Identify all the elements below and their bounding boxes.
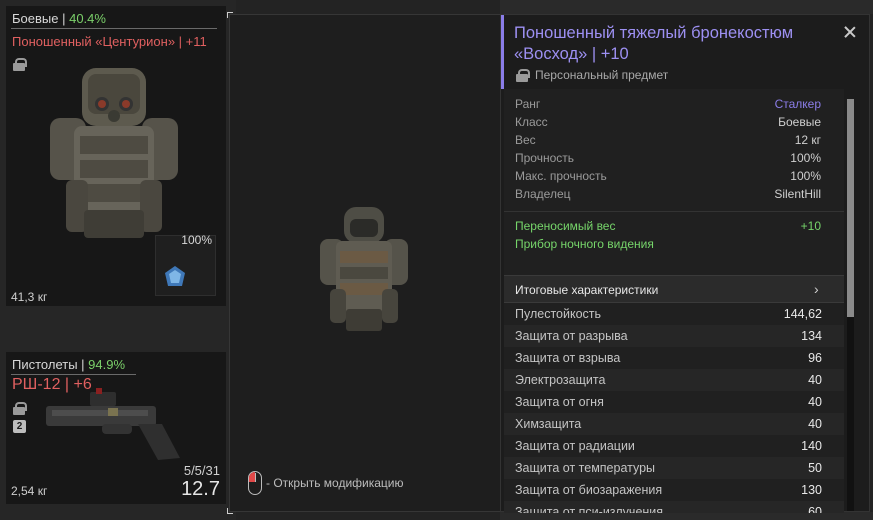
pistol-category: Пистолеты | 94.9% — [12, 357, 126, 372]
stat-row: Защита от биозаражения 130 — [504, 479, 844, 501]
armor-mod-slot[interactable]: 100% — [155, 233, 216, 296]
pistol-image — [46, 388, 180, 460]
stat-key: Защита от разрыва — [515, 329, 628, 343]
tooltip-title: Поношенный тяжелый бронекостюм «Восход» … — [514, 24, 794, 63]
lock-icon — [13, 58, 27, 71]
scrollbar-thumb[interactable] — [847, 99, 854, 317]
armor-item-name: Поношенный «Центурион» | +11 — [12, 34, 207, 49]
night-vision-feature: Прибор ночного видения — [515, 237, 821, 251]
ammo-counter: 5/5/31 — [183, 463, 220, 478]
crystal-icon — [165, 266, 185, 286]
prop-class: Класс Боевые — [515, 115, 821, 133]
bonus-key: Переносимый вес — [515, 219, 616, 233]
summary-label: Итоговые характеристики — [515, 283, 659, 297]
stat-row: Электрозащита 40 — [504, 369, 844, 391]
stat-value: 144,62 — [783, 307, 822, 321]
stat-value: 130 — [801, 483, 822, 497]
stat-key: Электрозащита — [515, 373, 606, 387]
lock-icon — [13, 402, 27, 415]
carry-weight-bonus: Переносимый вес +10 — [515, 219, 821, 233]
prop-max-durability: Макс. прочность 100% — [515, 169, 821, 187]
armor-category: Боевые | 40.4% — [12, 11, 106, 26]
stat-row: Защита от огня 40 — [504, 391, 844, 413]
prop-key: Макс. прочность — [515, 169, 607, 183]
background-strip — [500, 512, 873, 520]
frame-corner — [227, 508, 233, 514]
item-preview-panel[interactable]: - Открыть модификацию — [227, 12, 501, 514]
stat-value: 134 — [801, 329, 822, 343]
stat-value: 140 — [801, 439, 822, 453]
mod-durability: 100% — [181, 233, 212, 247]
stat-key: Защита от биозаражения — [515, 483, 663, 497]
chevron-right-icon: › — [814, 281, 819, 297]
stat-value: 40 — [808, 373, 822, 387]
prop-key: Вес — [515, 133, 536, 147]
close-icon[interactable] — [843, 25, 857, 39]
prop-weight: Вес 12 кг — [515, 133, 821, 151]
personal-item-label: Персональный предмет — [535, 68, 669, 82]
prop-key: Класс — [515, 115, 548, 129]
stat-key: Защита от огня — [515, 395, 604, 409]
armor-weight: 41,3 кг — [11, 290, 48, 304]
feature-label: Прибор ночного видения — [515, 237, 654, 251]
stat-value: 40 — [808, 395, 822, 409]
armor-image — [50, 68, 178, 238]
stat-row: Защита от температуры 50 — [504, 457, 844, 479]
pistol-item-card[interactable]: Пистолеты | 94.9% РШ-12 | +6 2 2,54 кг 5… — [6, 352, 226, 504]
prop-value: Боевые — [778, 115, 821, 129]
stat-value: 50 — [808, 461, 822, 475]
item-tooltip: Поношенный тяжелый бронекостюм «Восход» … — [500, 14, 870, 513]
tooltip-body[interactable]: Ранг Сталкер Класс Боевые Вес 12 кг Прочнос… — [504, 89, 844, 513]
stat-row: Химзащита 40 — [504, 413, 844, 435]
pistol-score: 12.7 — [181, 478, 220, 500]
stat-row: Защита от взрыва 96 — [504, 347, 844, 369]
prop-owner: Владелец SilentHill — [515, 187, 821, 205]
frame-corner — [227, 12, 233, 18]
prop-rank: Ранг Сталкер — [515, 97, 821, 115]
summary-stats-toggle[interactable]: Итоговые характеристики › — [504, 275, 844, 303]
hint-label: - Открыть модификацию — [266, 476, 404, 490]
stat-key: Защита от пси-излучения — [515, 505, 664, 513]
stat-row: Защита от радиации 140 — [504, 435, 844, 457]
divider — [11, 374, 136, 375]
stat-value: 60 — [808, 505, 822, 513]
prop-value: Сталкер — [774, 97, 821, 111]
stat-key: Пулестойкость — [515, 307, 602, 321]
stat-row: Защита от пси-излучения 60 — [504, 501, 844, 513]
stat-value: 96 — [808, 351, 822, 365]
stat-value: 40 — [808, 417, 822, 431]
prop-key: Владелец — [515, 187, 571, 201]
stat-row: Пулестойкость 144,62 — [504, 303, 844, 325]
prop-key: Ранг — [515, 97, 541, 111]
tooltip-scrollbar[interactable] — [847, 99, 854, 511]
stat-key: Химзащита — [515, 417, 582, 431]
stat-key: Защита от радиации — [515, 439, 635, 453]
stat-row: Защита от разрыва 134 — [504, 325, 844, 347]
open-modification-hint[interactable]: - Открыть модификацию — [248, 471, 404, 495]
divider — [11, 28, 217, 29]
background-strip — [500, 0, 873, 14]
prop-key: Прочность — [515, 151, 575, 165]
lock-icon — [516, 69, 530, 82]
armor-item-card[interactable]: Боевые | 40.4% Поношенный «Центурион» | … — [6, 6, 226, 306]
prop-value: SilentHill — [774, 187, 821, 201]
prop-value: 100% — [790, 169, 821, 183]
stat-key: Защита от температуры — [515, 461, 656, 475]
suit-preview-image[interactable] — [316, 205, 412, 335]
rank-accent-bar — [501, 15, 504, 89]
prop-value: 100% — [790, 151, 821, 165]
prop-durability: Прочность 100% — [515, 151, 821, 169]
prop-value: 12 кг — [794, 133, 821, 147]
stat-key: Защита от взрыва — [515, 351, 621, 365]
personal-item-note: Персональный предмет — [516, 68, 668, 82]
slot-badge: 2 — [13, 420, 26, 433]
mouse-left-click-icon — [248, 471, 262, 495]
bonus-value: +10 — [800, 219, 821, 233]
pistol-weight: 2,54 кг — [11, 484, 48, 498]
divider — [504, 211, 844, 212]
